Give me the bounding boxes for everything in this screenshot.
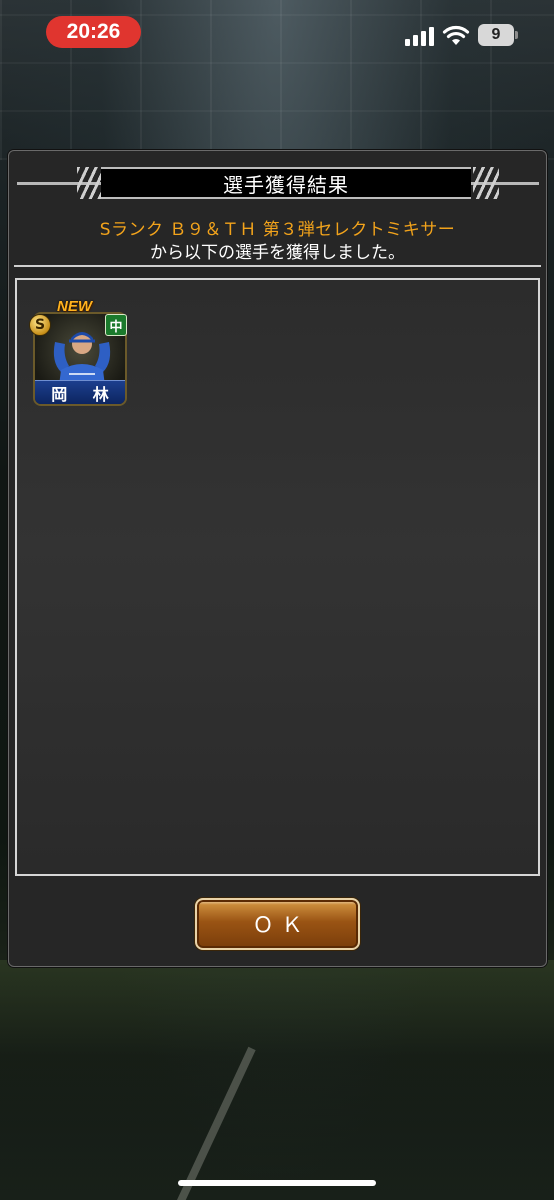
ok-button[interactable]: ＯＫ	[195, 898, 360, 950]
dialog-title: 選手獲得結果	[223, 172, 349, 197]
dialog-title-bar: 選手獲得結果	[17, 167, 539, 199]
rank-s-badge: S	[29, 314, 51, 336]
title-decoration-left	[77, 167, 103, 199]
player-name: 岡 林	[35, 380, 125, 404]
divider	[14, 265, 541, 267]
team-badge: 中	[105, 314, 127, 336]
player-card[interactable]: Chun 岡 林 S NEW 中	[29, 298, 127, 406]
status-time[interactable]: 20:26	[46, 16, 141, 48]
stadium-field	[0, 960, 554, 1200]
player-list-panel: Chun 岡 林 S NEW 中	[15, 278, 540, 876]
title-box: 選手獲得結果	[101, 167, 471, 199]
wifi-icon	[442, 25, 470, 45]
signal-icon	[405, 26, 435, 46]
result-message: から以下の選手を獲得しました。	[150, 243, 405, 263]
new-badge: NEW	[57, 298, 92, 315]
result-dialog: 選手獲得結果 Sランク Ｂ９＆ＴＨ 第３弾セレクトミキサー から以下の選手を獲得…	[8, 150, 547, 967]
title-decoration-right	[473, 167, 499, 199]
battery-icon: 9	[478, 24, 518, 46]
status-bar: 20:26 9	[0, 0, 554, 64]
home-indicator[interactable]	[178, 1180, 376, 1186]
mixer-name: Sランク Ｂ９＆ＴＨ 第３弾セレクトミキサー	[99, 220, 456, 240]
